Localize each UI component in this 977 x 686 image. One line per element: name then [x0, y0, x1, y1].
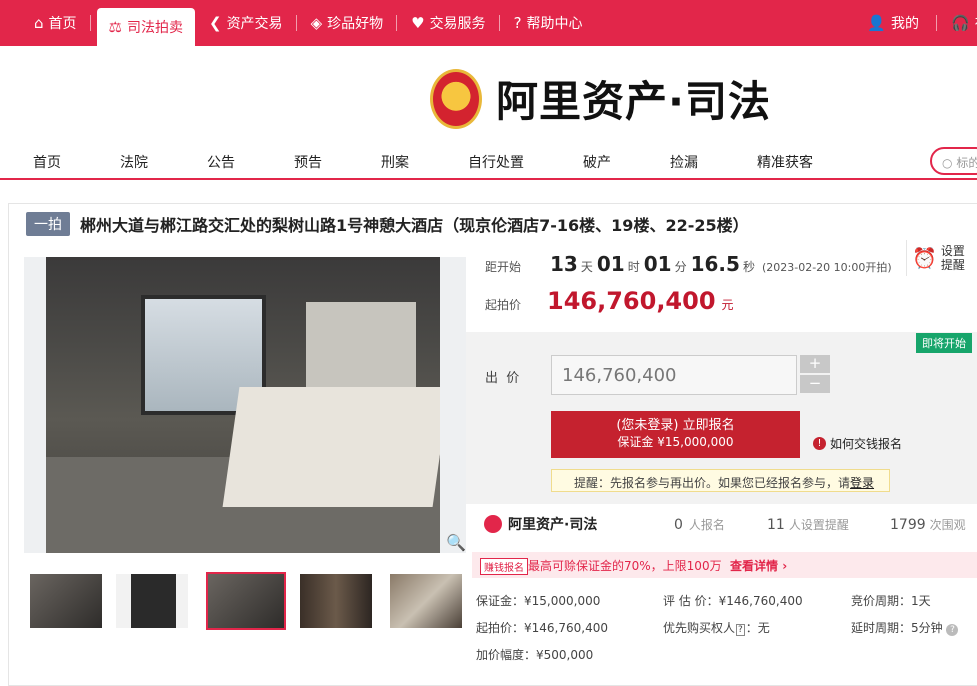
user-icon: 👤 [867, 14, 886, 32]
delay-cycle-detail: 延时周期：5分钟 ? [851, 619, 959, 636]
reminder-count: 11 人设置提醒 [767, 517, 849, 533]
top-nav-help-center[interactable]: ? 帮助中心 [500, 0, 597, 46]
site-logo[interactable]: 阿里资产·司法 [430, 68, 771, 129]
photo-bed [222, 387, 440, 507]
set-reminder-button[interactable]: ⏰ 设置 提醒 [906, 240, 977, 276]
increment-detail: 加价幅度：¥500,000 [476, 648, 594, 662]
bid-label: 出 价 [485, 371, 520, 386]
nav-criminal[interactable]: 刑案 [381, 152, 409, 172]
register-now-button[interactable]: (您未登录) 立即报名 保证金 ¥15,000,000 [551, 411, 800, 458]
top-nav-mine[interactable]: 👤 我的 [853, 0, 937, 46]
listing-title-row: 一拍 郴州大道与郴江路交汇处的梨树山路1号神憩大酒店（现京伦酒店7-16楼、19… [26, 212, 749, 236]
thumbnail[interactable] [390, 574, 462, 628]
help-icon[interactable]: ? [946, 624, 959, 636]
login-link[interactable]: 登录 [850, 476, 874, 490]
view-details-link[interactable]: 查看详情 › [730, 557, 787, 574]
zoom-icon[interactable]: 🔍 [446, 533, 466, 552]
top-nav-trade-service[interactable]: ♥ 交易服务 [397, 0, 501, 46]
views-count: 1799 次围观 [890, 517, 966, 533]
bid-price-input[interactable]: 146,760,400 [551, 355, 797, 395]
increase-bid-button[interactable]: + [800, 355, 830, 373]
nav-announcement[interactable]: 公告 [207, 152, 235, 172]
top-nav-home[interactable]: ⌂ 首页 [20, 0, 91, 46]
asset-icon: ❮ [208, 14, 222, 32]
headset-icon: 🎧 [951, 14, 970, 32]
start-price-row: 起拍价 146,760,400 元 [485, 287, 734, 315]
countdown-seconds: 16.5 [690, 252, 740, 276]
top-nav-asset-trade[interactable]: ❮ 资产交易 [195, 0, 297, 46]
nav-precise-customer[interactable]: 精准获客 [757, 152, 813, 172]
priority-info-icon[interactable]: ? [736, 624, 745, 636]
countdown-minutes: 01 [643, 252, 672, 276]
registered-count: 0 人报名 [674, 517, 725, 533]
search-icon: ○ [942, 156, 953, 170]
countdown-days: 13 [550, 252, 578, 276]
appraisal-detail: 评 估 价：¥146,760,400 [663, 594, 803, 608]
top-nav-judicial-auction[interactable]: ⚖ 司法拍卖 [96, 8, 195, 46]
countdown-label: 距开始 [485, 260, 522, 274]
alarm-clock-icon: ⏰ [912, 246, 937, 270]
info-icon: ! [813, 437, 826, 450]
start-time-note: (2023-02-20 10:00开拍) [761, 261, 892, 274]
main-photo[interactable] [46, 257, 440, 553]
nav-self-disposal[interactable]: 自行处置 [468, 152, 524, 172]
home-icon: ⌂ [34, 14, 44, 32]
thumbnail[interactable] [116, 574, 188, 628]
earn-badge: 赚钱报名 [480, 558, 528, 575]
decrease-bid-button[interactable]: − [800, 375, 830, 393]
help-icon: ? [513, 14, 522, 32]
thumbnail[interactable] [300, 574, 372, 628]
start-price-value: 146,760,400 [547, 287, 716, 315]
gem-icon: ◈ [310, 14, 323, 32]
top-nav-treasures[interactable]: ◈ 珍品好物 [297, 0, 398, 46]
nav-bankruptcy[interactable]: 破产 [583, 152, 611, 172]
main-navigation: 首页 法院 公告 预告 刑案 自行处置 破产 捡漏 精准获客 [0, 140, 977, 180]
earn-registration-banner: 赚钱报名 最高可赊保证金的70%，上限100万 查看详情 › [472, 552, 977, 578]
status-badge: 即将开始 [916, 333, 972, 353]
bidding-cycle-detail: 竞价周期：1天 [851, 594, 931, 608]
search-input[interactable]: ○ 标的 [930, 147, 977, 175]
top-nav-customer-service[interactable]: 🎧在 [937, 0, 977, 46]
nav-court[interactable]: 法院 [120, 152, 148, 172]
heart-icon: ♥ [411, 14, 425, 32]
start-price-label: 起拍价 [485, 298, 522, 312]
start-price-detail: 起拍价：¥146,760,400 [476, 621, 608, 635]
login-reminder-notice: 提醒：先报名参与再出价。如果您已经报名参与，请登录 [551, 469, 890, 492]
brand-name: 阿里资产·司法 [496, 77, 771, 126]
nav-home[interactable]: 首页 [33, 152, 61, 172]
auction-round-tag: 一拍 [26, 212, 70, 236]
stats-brand-logo: 阿里资产·司法 [484, 514, 597, 534]
stats-row: 阿里资产·司法 0 人报名 11 人设置提醒 1799 次围观 [472, 504, 977, 546]
thumbnail[interactable] [30, 574, 102, 628]
priority-buyer-detail: 优先购买权人? ：无 [663, 621, 770, 636]
listing-title: 郴州大道与郴江路交汇处的梨树山路1号神憩大酒店（现京伦酒店7-16楼、19楼、2… [80, 216, 749, 235]
countdown-row: 距开始 13 天 01 时 01 分 16.5 秒 (2023-02-20 10:00开… [485, 252, 892, 276]
deposit-detail: 保证金：¥15,000,000 [476, 594, 601, 608]
countdown-hours: 01 [596, 252, 625, 276]
ali-asset-logo-icon [484, 515, 502, 533]
nav-preview[interactable]: 预告 [294, 152, 322, 172]
top-navigation-bar: ⌂首页 ⚖司法拍卖 ❮资产交易 ◈珍品好物 ♥交易服务 ?帮助中心 👤我的 🎧在 [0, 0, 977, 46]
nav-bargain[interactable]: 捡漏 [670, 152, 698, 172]
how-to-pay-link[interactable]: ! 如何交钱报名 [813, 435, 902, 452]
gavel-icon: ⚖ [108, 18, 122, 36]
chevron-right-icon: › [782, 559, 788, 573]
court-emblem-icon [430, 68, 482, 129]
thumbnail-selected[interactable] [206, 572, 286, 630]
